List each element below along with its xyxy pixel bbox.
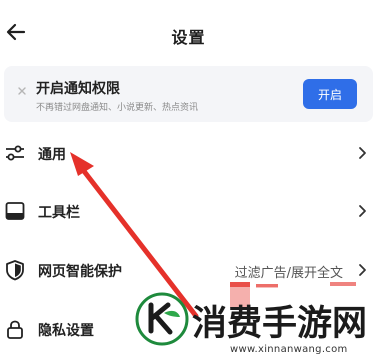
header-bar: 设置 [0, 0, 377, 66]
chevron-right-icon [359, 147, 366, 159]
settings-row-label: 网页智能保护 [38, 264, 122, 280]
settings-row-general[interactable]: 通用 [0, 130, 377, 178]
watermark-text: 消费手游网 [192, 304, 368, 344]
watermark-url: www.xinnanwang.com [230, 344, 348, 355]
page-title: 设置 [171, 28, 206, 47]
settings-row-value: 过滤广告/展开全文 [234, 266, 343, 281]
settings-row-label: 通用 [38, 147, 66, 163]
toolbar-icon [5, 202, 25, 220]
watermark-logo-icon [135, 292, 189, 346]
settings-row-toolbar[interactable]: 工具栏 [0, 188, 377, 236]
close-icon[interactable] [16, 85, 28, 97]
shield-icon [6, 260, 24, 281]
enable-notifications-button[interactable]: 开启 [303, 79, 357, 109]
chevron-right-icon [359, 264, 366, 276]
sliders-icon [6, 145, 24, 161]
settings-row-label: 工具栏 [38, 205, 80, 221]
notification-banner-title: 开启通知权限 [36, 81, 120, 97]
notification-permission-banner: 开启通知权限 不再错过网盘通知、小说更新、热点资讯 开启 [4, 66, 373, 122]
chevron-right-icon [359, 205, 366, 217]
lock-icon [7, 320, 23, 339]
settings-row-label: 隐私设置 [38, 323, 94, 339]
notification-banner-subtitle: 不再错过网盘通知、小说更新、热点资讯 [36, 103, 199, 113]
watermark: 消费手游网 www.xinnanwang.com [134, 287, 377, 361]
